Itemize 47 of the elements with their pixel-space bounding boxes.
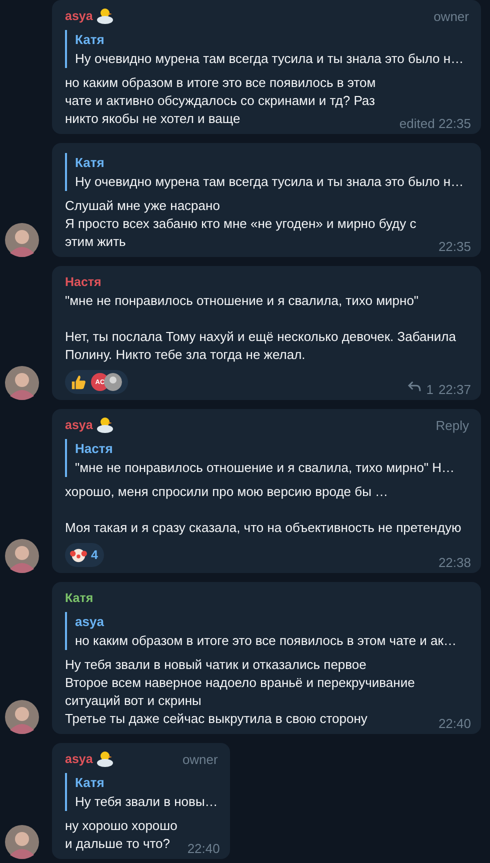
quote-author: Катя: [75, 774, 106, 791]
message-text: хорошо, меня спросили про мою версию вроде бы … Моя такая и я сразу сказала, что на объективность не претендую: [65, 483, 462, 537]
reaction-pill[interactable]: 4: [65, 543, 104, 567]
message-time: 22:35: [438, 239, 471, 254]
message-text: но каким образом в итоге это все появилось в этом чате и активно обсуждалось со скринами и тд? Раз никто якобы не хотел и ваще: [65, 74, 377, 128]
role-label: owner: [181, 752, 219, 766]
quote-author: Катя: [75, 31, 106, 48]
reactor-avatar: [104, 373, 122, 391]
message-time: 22:38: [438, 555, 471, 570]
message-text: "мне не понравилось отношение и я свалила, тихо мирно" Нет, ты послала Тому нахуй и ещё несколько девочек. Забанила Полину. Никто тебе зла тогда не желал.: [65, 292, 457, 364]
role-label: Reply: [434, 418, 470, 432]
clown-icon: [70, 546, 87, 564]
quote-text: Ну очевидно мурена там всегда тусила и ты знала это было н…: [75, 173, 464, 190]
sender-name[interactable]: asya: [65, 9, 93, 23]
reaction-count: 4: [91, 548, 98, 562]
message-time: 22:37: [438, 382, 471, 397]
thumbs-up-icon: [70, 374, 87, 390]
quote-text: "мне не понравилось отношение и я свалила, тихо мирно" Н…: [75, 459, 455, 476]
reply-quote[interactable]: Настя "мне не понравилось отношение и я свалила, тихо мирно" Н…: [65, 439, 455, 477]
quote-text: но каким образом в итоге это все появилось в этом чате и ак…: [75, 632, 456, 649]
avatar[interactable]: [5, 223, 39, 257]
message-text: Ну тебя звали в новый чатик и отказались первое Второе всем наверное надоело враньё и перекручивание ситуаций вот и скрины Третье ты даже сейчас выкрутила в свою сторону: [65, 656, 416, 728]
avatar[interactable]: [5, 825, 39, 859]
message-time: 22:40: [187, 841, 220, 856]
quote-text: Ну очевидно мурена там всегда тусила и ты знала это было н…: [75, 50, 464, 67]
quote-author: Настя: [75, 440, 114, 457]
sender-name[interactable]: asya: [65, 418, 93, 432]
avatar[interactable]: [5, 366, 39, 400]
reply-quote[interactable]: Катя Ну очевидно мурена там всегда тусила и ты знала это было н…: [65, 30, 464, 68]
reply-quote[interactable]: Катя Ну тебя звали в новы…: [65, 773, 218, 811]
quote-author: asya: [75, 613, 105, 630]
avatar[interactable]: [5, 700, 39, 734]
avatar[interactable]: [5, 539, 39, 573]
message-text: Слушай мне уже насрано Я просто всех забаню кто мне «не угоден» и мирно буду с этим жить: [65, 197, 418, 251]
reply-icon: [408, 381, 422, 392]
quote-author: Катя: [75, 154, 106, 171]
sender-name[interactable]: Настя: [65, 275, 102, 289]
reply-quote[interactable]: asya но каким образом в итоге это все появилось в этом чате и ак…: [65, 612, 456, 650]
message-time: 22:40: [438, 716, 471, 731]
message-time: edited 22:35: [399, 116, 471, 131]
role-label: owner: [432, 8, 470, 24]
sender-name[interactable]: Катя: [65, 591, 94, 605]
sender-name[interactable]: asya: [65, 752, 93, 766]
message-text: ну хорошо хорошо и дальше то что?: [65, 817, 178, 853]
reply-count[interactable]: 1: [426, 382, 434, 397]
quote-text: Ну тебя звали в новы…: [75, 793, 218, 810]
reply-quote[interactable]: Катя Ну очевидно мурена там всегда тусила и ты знала это было н…: [65, 153, 464, 191]
